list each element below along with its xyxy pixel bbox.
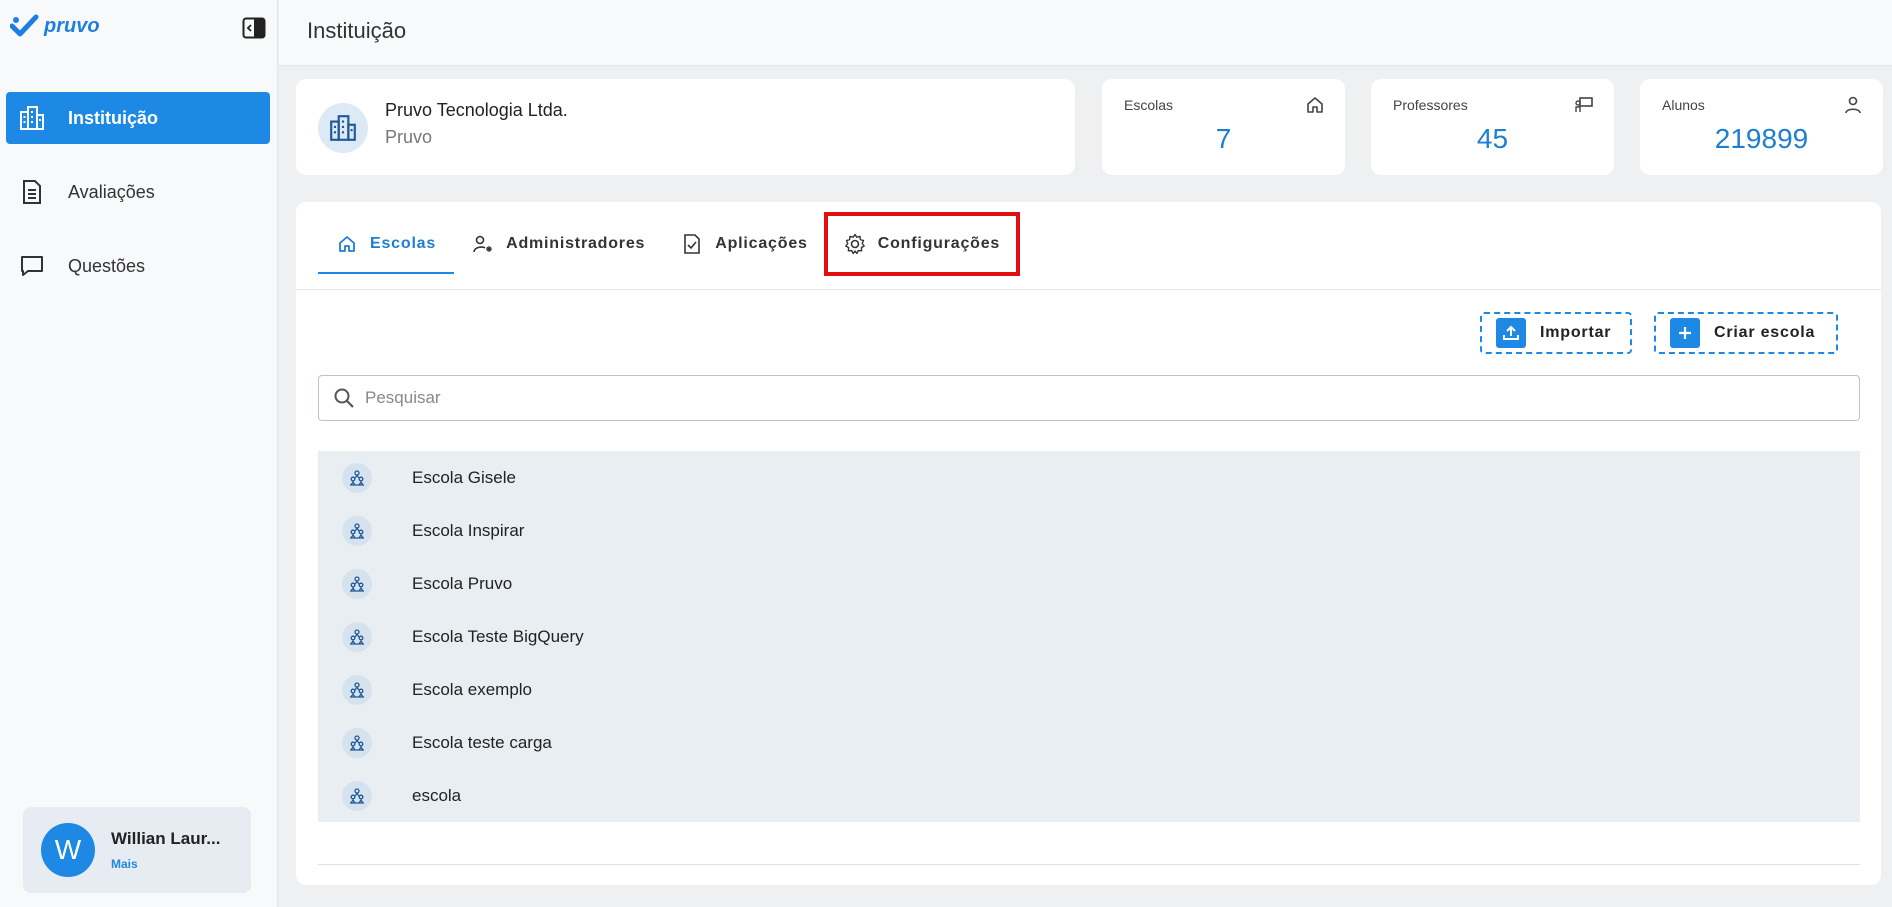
tab-administradores[interactable]: Administradores xyxy=(454,214,663,274)
stat-card-professores: Professores 45 xyxy=(1371,79,1614,175)
person-icon xyxy=(1845,96,1861,114)
top-bar: Instituição xyxy=(279,0,1892,66)
list-item[interactable]: Escola Pruvo xyxy=(318,557,1860,610)
school-name: Escola Teste BigQuery xyxy=(412,626,584,646)
school-icon xyxy=(342,462,372,493)
upload-icon xyxy=(1496,318,1526,348)
user-menu[interactable]: W Willian Laur... Mais xyxy=(23,807,251,893)
tab-label: Escolas xyxy=(370,235,437,252)
gear-icon xyxy=(844,233,866,255)
admin-user-icon xyxy=(472,233,494,255)
tab-configuracoes[interactable]: Configurações xyxy=(823,212,1021,276)
stat-card-alunos: Alunos 219899 xyxy=(1640,79,1883,175)
sidebar-item-avaliacoes[interactable]: Avaliações xyxy=(6,166,270,218)
tab-aplicacoes[interactable]: Aplicações xyxy=(663,214,825,274)
stat-value: 219899 xyxy=(1714,123,1809,154)
sidebar: pruvo Instituição Avaliações Questões W … xyxy=(0,0,278,907)
search-box xyxy=(318,375,1860,421)
search-input[interactable] xyxy=(365,388,1845,408)
list-item[interactable]: Escola Gisele xyxy=(318,451,1860,504)
tab-label: Administradores xyxy=(506,235,646,252)
stat-value: 45 xyxy=(1476,123,1509,154)
sidebar-item-instituicao[interactable]: Instituição xyxy=(6,92,270,144)
school-icon xyxy=(342,674,372,705)
avatar: W xyxy=(41,823,95,877)
school-name: Escola Pruvo xyxy=(412,573,513,593)
home-icon xyxy=(1307,97,1323,113)
create-school-label: Criar escola xyxy=(1714,324,1816,341)
building-icon xyxy=(16,102,48,134)
search-icon xyxy=(334,388,354,408)
home-icon xyxy=(336,233,358,255)
import-label: Importar xyxy=(1540,324,1612,341)
logo-text: pruvo xyxy=(44,14,100,37)
list-item[interactable]: Escola teste carga xyxy=(318,716,1860,769)
sidebar-item-label: Avaliações xyxy=(68,181,155,202)
school-icon xyxy=(342,515,372,546)
chat-icon xyxy=(16,250,48,282)
school-list: Escola Gisele Escola Inspirar Escola Pruvo… xyxy=(318,451,1860,822)
school-name: Escola Inspirar xyxy=(412,520,525,540)
school-icon xyxy=(342,621,372,652)
create-school-button[interactable]: Criar escola xyxy=(1654,312,1838,354)
stat-label: Escolas xyxy=(1124,97,1174,113)
plus-icon xyxy=(1670,318,1700,348)
school-name: Escola exemplo xyxy=(412,679,533,699)
school-name: Escola teste carga xyxy=(412,732,552,752)
user-name: Willian Laur... xyxy=(111,829,221,848)
tab-escolas[interactable]: Escolas xyxy=(318,214,455,274)
import-button[interactable]: Importar xyxy=(1480,312,1632,354)
checkmark-logo-icon xyxy=(10,14,39,37)
school-icon xyxy=(342,780,372,811)
list-item[interactable]: Escola Teste BigQuery xyxy=(318,610,1860,663)
tab-label: Configurações xyxy=(877,235,1001,252)
institution-short-name: Pruvo xyxy=(385,127,433,147)
user-more-link[interactable]: Mais xyxy=(111,857,235,871)
school-name: Escola Gisele xyxy=(412,467,516,487)
list-item[interactable]: Escola Inspirar xyxy=(318,504,1860,557)
school-name: escola xyxy=(412,785,462,805)
document-icon xyxy=(16,176,48,208)
sidebar-item-questoes[interactable]: Questões xyxy=(6,240,270,292)
tab-label: Aplicações xyxy=(715,235,808,252)
user-info: Willian Laur... Mais xyxy=(111,829,235,871)
stat-label: Alunos xyxy=(1662,97,1705,113)
teacher-icon xyxy=(1575,97,1593,112)
sidebar-nav: Instituição Avaliações Questões xyxy=(6,92,270,314)
list-divider xyxy=(318,864,1860,865)
file-check-icon xyxy=(681,233,703,255)
institution-name: Pruvo Tecnologia Ltda. xyxy=(385,100,568,120)
school-icon xyxy=(342,568,372,599)
school-icon xyxy=(342,727,372,758)
stat-value: 7 xyxy=(1215,123,1232,154)
page-title: Instituição xyxy=(307,18,407,43)
tab-bar: Escolas Administradores Aplicações Confi… xyxy=(318,212,1021,276)
tab-divider xyxy=(296,289,1881,290)
sidebar-collapse-icon xyxy=(242,17,266,39)
logo[interactable]: pruvo xyxy=(10,14,100,38)
list-item[interactable]: escola xyxy=(318,769,1860,822)
collapse-sidebar-button[interactable] xyxy=(242,17,266,39)
sidebar-item-label: Instituição xyxy=(68,107,159,128)
main-panel: Escolas Administradores Aplicações Confi… xyxy=(296,202,1881,885)
stat-label: Professores xyxy=(1393,97,1468,113)
sidebar-item-label: Questões xyxy=(68,255,146,276)
building-icon xyxy=(318,103,368,153)
list-item[interactable]: Escola exemplo xyxy=(318,663,1860,716)
institution-card: Pruvo Tecnologia Ltda. Pruvo xyxy=(296,79,1075,175)
stat-card-escolas: Escolas 7 xyxy=(1102,79,1345,175)
